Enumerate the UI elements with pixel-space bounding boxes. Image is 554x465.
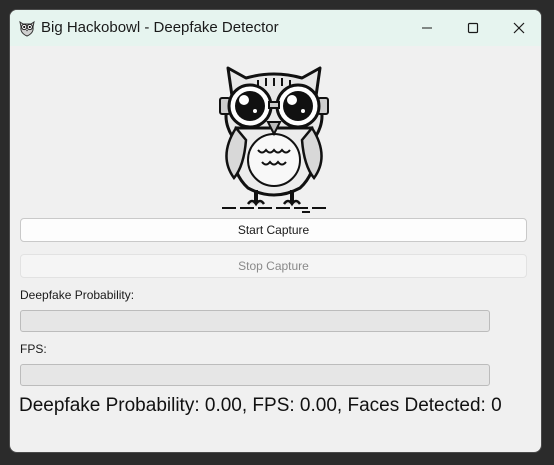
owl-logo-image [210, 56, 338, 214]
close-button[interactable] [496, 10, 541, 46]
deepfake-probability-bar [20, 310, 490, 332]
title-bar[interactable]: Big Hackobowl - Deepfake Detector [10, 10, 541, 46]
close-icon [513, 22, 525, 34]
owl-app-icon [17, 18, 37, 38]
app-window: Big Hackobowl - Deepfake Detector Start … [9, 9, 542, 453]
stop-capture-button[interactable]: Stop Capture [20, 254, 527, 278]
maximize-button[interactable] [450, 10, 496, 46]
start-capture-button[interactable]: Start Capture [20, 218, 527, 242]
fps-label: FPS: [20, 342, 47, 356]
status-readout: Deepfake Probability: 0.00, FPS: 0.00, F… [19, 395, 502, 416]
window-title: Big Hackobowl - Deepfake Detector [41, 19, 279, 36]
fps-bar [20, 364, 490, 386]
minimize-button[interactable] [404, 10, 450, 46]
maximize-icon [467, 22, 479, 34]
minimize-icon [422, 27, 432, 29]
deepfake-probability-label: Deepfake Probability: [20, 288, 135, 302]
